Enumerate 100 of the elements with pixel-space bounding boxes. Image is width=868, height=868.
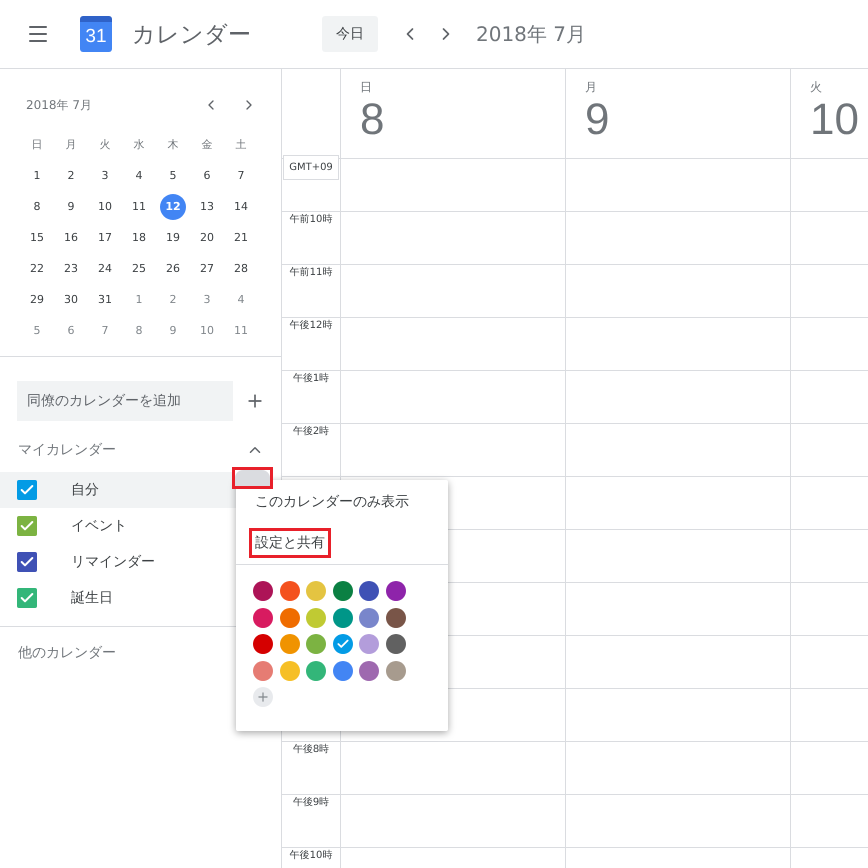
date-button[interactable]: 8	[24, 194, 50, 220]
hour-label: 午後12時	[290, 318, 332, 332]
date-button[interactable]: 6	[58, 318, 84, 344]
plus-icon	[256, 690, 270, 704]
date-button[interactable]: 14	[228, 194, 254, 220]
date-button[interactable]: 30	[58, 286, 84, 312]
date-button[interactable]: 11	[228, 318, 254, 344]
date-button[interactable]: 10	[194, 318, 220, 344]
date-button[interactable]: 9	[58, 194, 84, 220]
date-button[interactable]: 26	[160, 256, 186, 282]
color-swatch[interactable]	[306, 608, 326, 628]
color-swatch[interactable]	[386, 660, 406, 680]
date-button[interactable]: 20	[194, 224, 220, 250]
calendar-label: イベント	[71, 517, 127, 535]
weekday-label: 土	[234, 137, 248, 153]
checkbox[interactable]	[17, 588, 37, 608]
date-button[interactable]: 1	[126, 286, 152, 312]
color-swatch[interactable]	[253, 608, 273, 628]
color-swatch[interactable]	[253, 660, 273, 680]
date-button[interactable]: 3	[194, 286, 220, 312]
date-button[interactable]: 31	[92, 286, 118, 312]
color-swatch[interactable]	[280, 581, 300, 601]
date-number[interactable]: 10	[810, 96, 868, 144]
date-button[interactable]: 16	[58, 224, 84, 250]
color-swatch[interactable]	[280, 608, 300, 628]
date-button[interactable]: 3	[92, 162, 118, 188]
date-button[interactable]: 29	[24, 286, 50, 312]
color-swatch[interactable]	[386, 634, 406, 654]
date-button[interactable]: 17	[92, 224, 118, 250]
weekday-label: 水	[132, 137, 146, 153]
checkbox[interactable]	[17, 516, 37, 536]
date-button[interactable]: 27	[194, 256, 220, 282]
color-swatch[interactable]	[332, 634, 352, 654]
checkbox[interactable]	[17, 480, 37, 500]
color-swatch[interactable]	[253, 634, 273, 654]
color-swatch[interactable]	[253, 581, 273, 601]
add-color-button[interactable]	[253, 686, 273, 706]
date-button[interactable]: 11	[126, 194, 152, 220]
date-button[interactable]: 7	[92, 318, 118, 344]
date-button[interactable]: 28	[228, 256, 254, 282]
calendar-label: 自分	[71, 481, 99, 499]
menu-item[interactable]: 設定と共有	[252, 531, 328, 555]
weekday-label: 月	[585, 79, 598, 96]
date-button[interactable]: 2	[58, 162, 84, 188]
date-button[interactable]: 22	[24, 256, 50, 282]
date-button[interactable]: 21	[228, 224, 254, 250]
color-swatch[interactable]	[306, 660, 326, 680]
date-button[interactable]: 15	[24, 224, 50, 250]
date-button[interactable]: 7	[228, 162, 254, 188]
hour-label: 午後9時	[292, 796, 330, 809]
date-button[interactable]: 8	[126, 318, 152, 344]
color-swatch[interactable]	[332, 581, 352, 601]
date-button[interactable]: 18	[126, 224, 152, 250]
hour-label: 午前11時	[290, 266, 332, 279]
date-button[interactable]: 4	[228, 286, 254, 312]
date-button[interactable]: 24	[92, 256, 118, 282]
timezone-label: GMT+09	[283, 155, 339, 180]
date-button[interactable]: 23	[58, 256, 84, 282]
weekday-label: 月	[64, 137, 78, 153]
color-swatch[interactable]	[359, 608, 379, 628]
color-swatch[interactable]	[359, 660, 379, 680]
date-button[interactable]: 13	[194, 194, 220, 220]
date-button[interactable]: 9	[160, 318, 186, 344]
color-swatch[interactable]	[332, 608, 352, 628]
today-button[interactable]: 今日	[322, 16, 378, 52]
options-button[interactable]	[232, 467, 273, 489]
hour-label: 午前10時	[290, 212, 332, 226]
date-button[interactable]: 2	[160, 286, 186, 312]
date-button[interactable]: 5	[24, 318, 50, 344]
checkbox[interactable]	[17, 552, 37, 572]
hour-label: 午後8時	[292, 742, 330, 756]
color-swatch[interactable]	[280, 634, 300, 654]
date-button[interactable]: 25	[126, 256, 152, 282]
color-swatch[interactable]	[332, 660, 352, 680]
hour-label: 午後10時	[290, 848, 332, 862]
add-calendar-field[interactable]: 同僚のカレンダーを追加	[17, 380, 234, 420]
calendar-row[interactable]: 自分	[0, 472, 236, 508]
color-swatch[interactable]	[359, 634, 379, 654]
date-button[interactable]: 4	[126, 162, 152, 188]
weekday-label: 金	[200, 137, 214, 153]
weekday-label: 日	[360, 79, 373, 96]
weekday-label: 火	[98, 137, 112, 153]
color-swatch[interactable]	[359, 581, 379, 601]
calendar-label: リマインダー	[71, 553, 155, 571]
color-swatch[interactable]	[280, 660, 300, 680]
date-button[interactable]: 6	[194, 162, 220, 188]
date-button[interactable]: 12	[160, 194, 186, 220]
date-button[interactable]: 1	[24, 162, 50, 188]
color-swatch[interactable]	[386, 608, 406, 628]
hour-label: 午後2時	[292, 424, 330, 438]
color-swatch[interactable]	[306, 634, 326, 654]
color-swatch[interactable]	[386, 581, 406, 601]
date-number[interactable]: 8	[360, 96, 565, 144]
calendar-label: 誕生日	[71, 589, 113, 607]
date-button[interactable]: 10	[92, 194, 118, 220]
date-number[interactable]: 9	[585, 96, 790, 144]
weekday-label: 日	[30, 137, 44, 153]
color-swatch[interactable]	[306, 581, 326, 601]
date-button[interactable]: 5	[160, 162, 186, 188]
date-button[interactable]: 19	[160, 224, 186, 250]
